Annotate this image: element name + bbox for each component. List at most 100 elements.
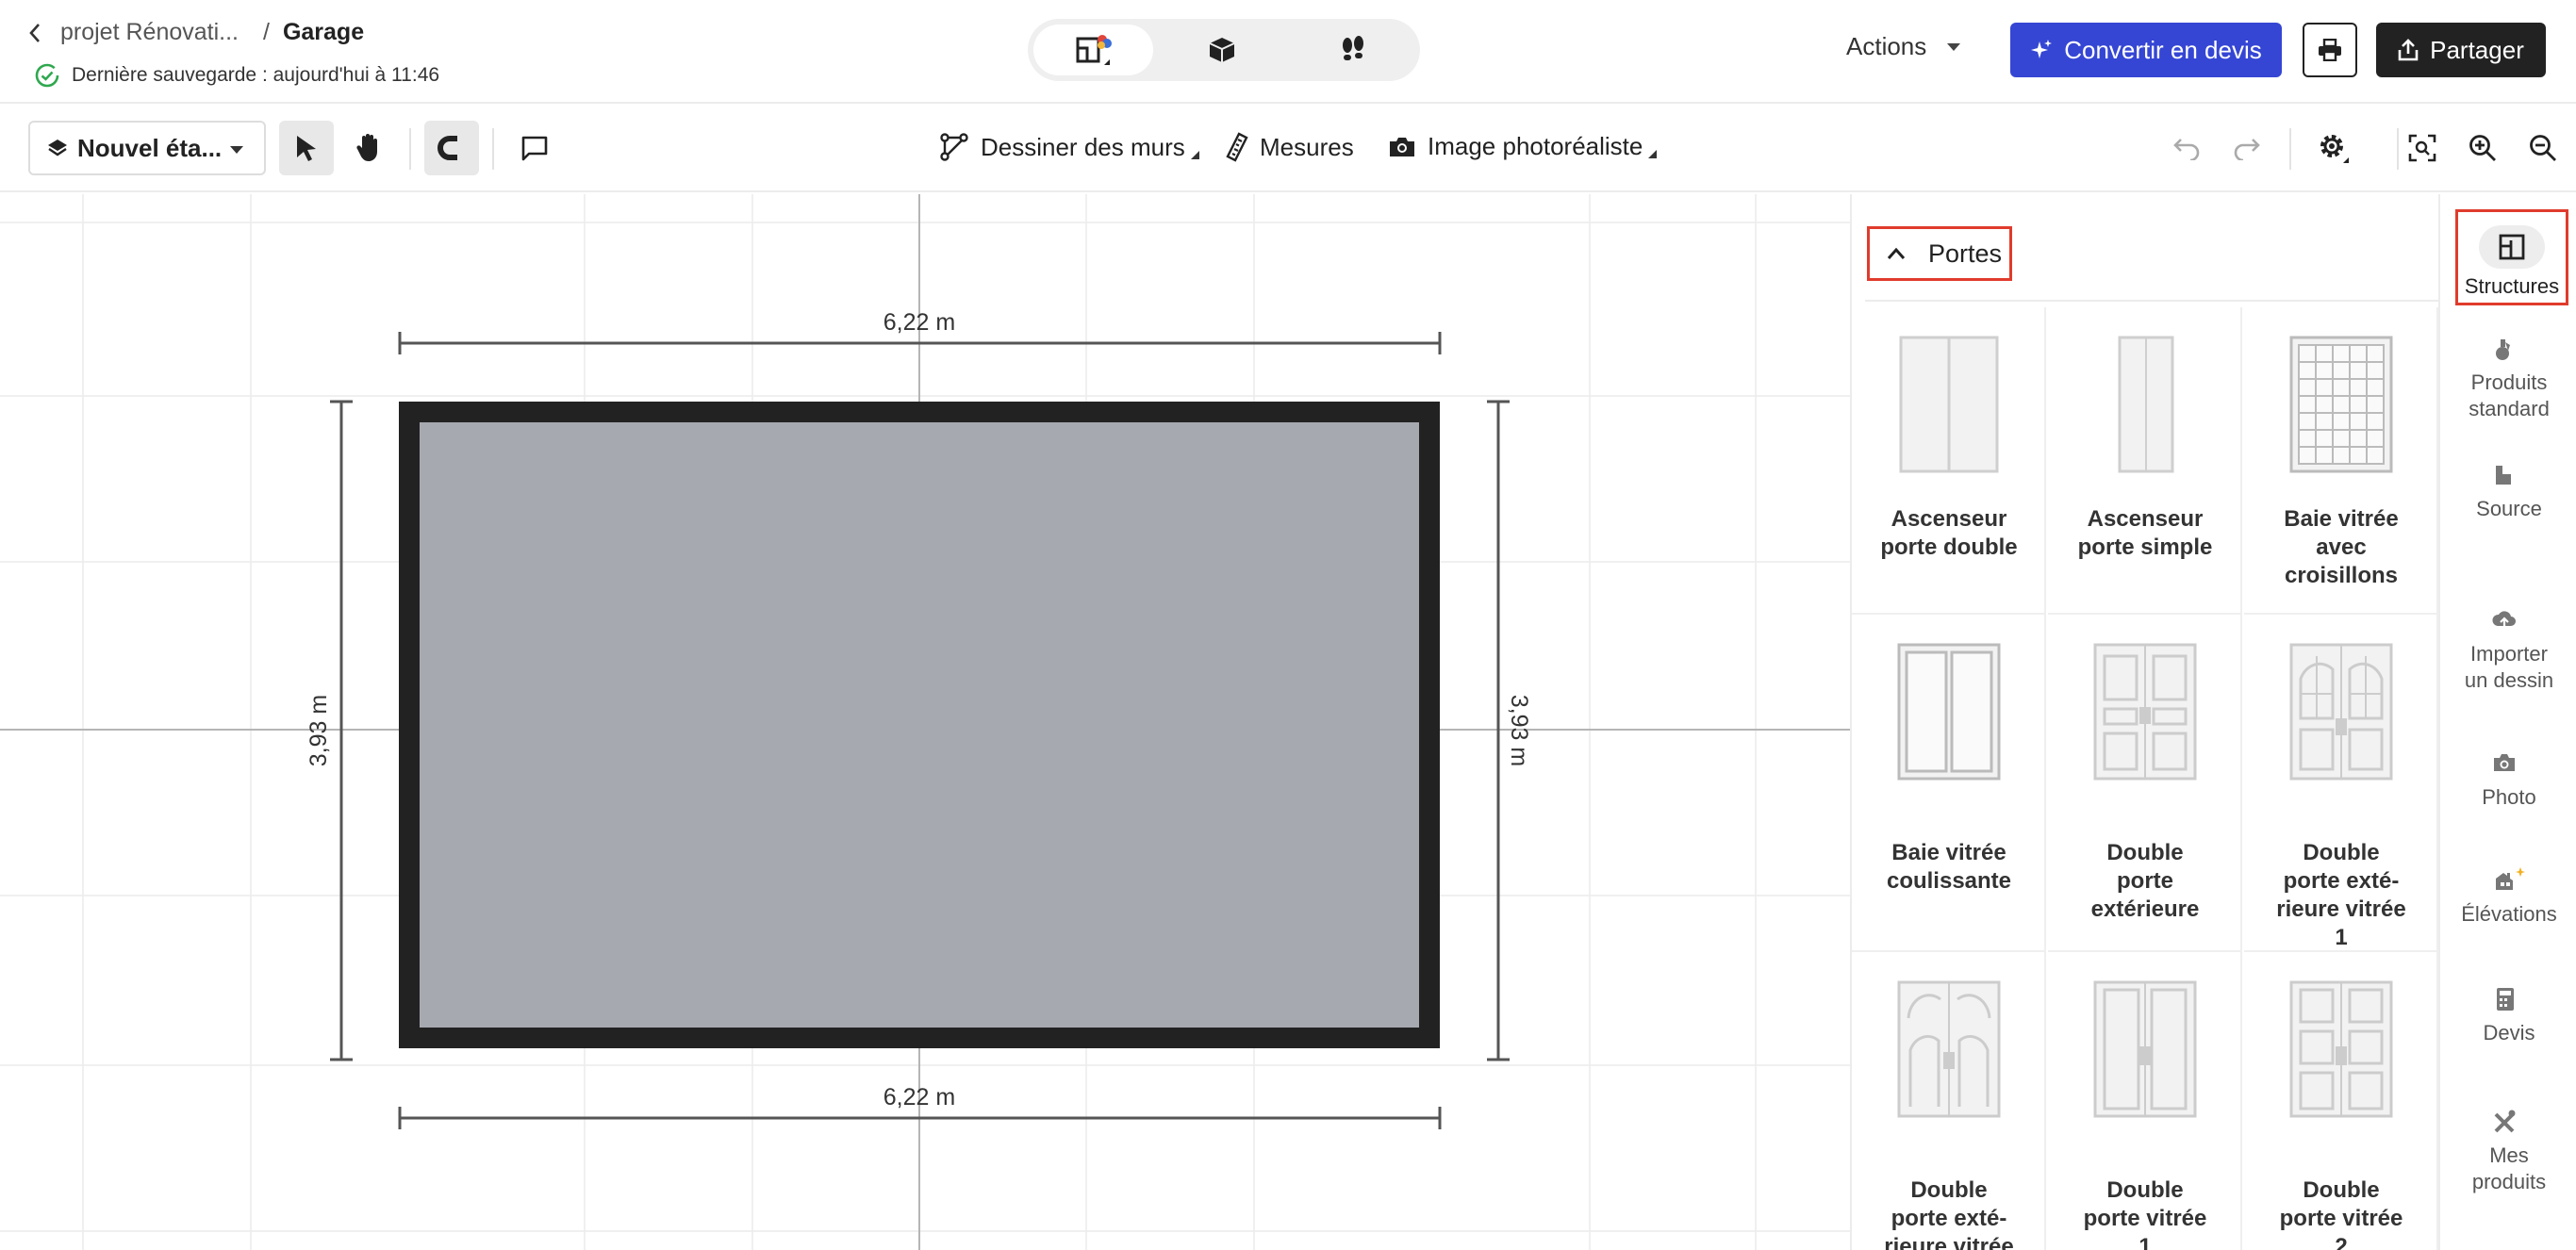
product-card-label: Baie vitrée avec croisillons [2244, 505, 2438, 590]
chevron-down-icon [1947, 42, 1961, 51]
category-title: Portes [1928, 238, 2003, 268]
elevator-single-door-icon [2093, 336, 2197, 473]
save-status: Dernière sauvegarde : aujourd'hui à 11:4… [34, 62, 439, 89]
sliding-glass-door-icon [1897, 643, 2001, 781]
sidebar-item-my-products[interactable]: Mes produits [2440, 1109, 2576, 1195]
zoom-in-button[interactable] [2455, 121, 2510, 175]
printer-icon [2319, 39, 2341, 61]
product-card-label: Double porte vitrée 2 [2244, 1176, 2438, 1250]
convert-to-quote-button[interactable]: Convertir en devis [2010, 23, 2282, 77]
product-card[interactable]: Double porte vitrée 2 [2244, 952, 2438, 1250]
product-card-label-line: porte exté- [1891, 1206, 2007, 1231]
share-button[interactable]: Partager [2376, 23, 2546, 77]
floor-plan-drawing: 6,22 m 6,22 m 3,93 m 3,93 m [0, 194, 1850, 1250]
sidebar-item-label: Structures [2464, 274, 2560, 298]
pan-tool-button[interactable] [341, 121, 396, 175]
product-card[interactable]: Ascenseur porte double [1852, 307, 2046, 615]
product-card[interactable]: Baie vitrée avec croisillons [2244, 307, 2438, 615]
actions-menu[interactable]: Actions [1846, 32, 1961, 61]
camera-icon [1390, 137, 1414, 156]
actions-label: Actions [1846, 32, 1927, 60]
submenu-corner-icon [1648, 150, 1658, 158]
view-mode-2d[interactable] [1033, 25, 1153, 75]
dimension-top-label: 6,22 m [883, 309, 955, 336]
magnet-snap-button[interactable] [424, 121, 479, 175]
sidebar-item-elevations[interactable]: Élévations [2440, 867, 2576, 928]
sidebar-item-upload-cloud[interactable]: Importer un dessin [2440, 607, 2576, 694]
product-card-label: Double porte extérieure [2048, 839, 2242, 924]
category-toggle-portes[interactable]: Portes [1867, 226, 2012, 281]
convert-to-quote-label: Convertir en devis [2064, 35, 2262, 64]
print-button[interactable] [2303, 23, 2357, 77]
camera-icon [2440, 750, 2576, 779]
zoom-out-button[interactable] [2516, 121, 2570, 175]
double-glass-door-1-icon [2093, 980, 2197, 1118]
measures-button[interactable]: Mesures [1226, 132, 1354, 162]
product-card[interactable]: Doubleporte exté-rieure vitrée2 [1852, 952, 2046, 1250]
breadcrumb-current-room[interactable]: Garage [283, 19, 364, 46]
3d-cube-icon [1209, 38, 1235, 62]
redo-button[interactable] [2220, 121, 2274, 175]
sidebar-item-label: standard [2469, 397, 2550, 420]
view-mode-3d[interactable] [1161, 25, 1284, 75]
toolbar-divider [492, 128, 494, 170]
sidebar-item-label: un dessin [2464, 668, 2554, 692]
double-exterior-glass-door-2-icon [1897, 980, 2001, 1118]
product-card-label-line: porte simple [2077, 535, 2213, 560]
sidebar-item-camera[interactable]: Photo [2440, 750, 2576, 811]
product-card-label-line: porte vitrée [2279, 1206, 2403, 1231]
toolbar-divider [2289, 128, 2291, 170]
product-card[interactable]: Baie vitrée coulissante [1852, 615, 2046, 952]
view-mode-walk[interactable] [1291, 25, 1414, 75]
room-garage[interactable] [399, 402, 1440, 1048]
product-card-label-line: Double [2303, 840, 2380, 865]
chevron-left-icon[interactable] [28, 20, 51, 46]
share-icon [2398, 39, 2419, 61]
check-circle-icon [35, 63, 59, 88]
save-status-text: Dernière sauvegarde : aujourd'hui à 11:4… [72, 64, 440, 86]
floor-select[interactable]: Nouvel éta... [28, 121, 266, 175]
breadcrumb-project[interactable]: projet Rénovati... [60, 19, 239, 46]
fit-view-button[interactable] [2395, 121, 2450, 175]
toolbar: Nouvel éta... Dessiner des murs Mesures … [0, 106, 2576, 192]
zoom-in-icon [2469, 135, 2496, 161]
sidebar-item-products[interactable]: Produits standard [2440, 336, 2576, 422]
sidebar-item-label: Mes [2489, 1143, 2529, 1167]
layers-icon [48, 140, 67, 156]
ruler-icon [1226, 132, 1248, 162]
product-card[interactable]: Double porte exté-rieure vitrée 1 [2244, 615, 2438, 952]
product-card-label-line: Baie vitrée [2284, 506, 2399, 532]
sidebar-item-source[interactable]: Source [2440, 462, 2576, 522]
sidebar-item-calculator[interactable]: Devis [2440, 986, 2576, 1046]
photoreal-image-label: Image photoréaliste [1428, 132, 1643, 160]
sidebar-item-label: Produits [2470, 370, 2548, 394]
undo-button[interactable] [2159, 121, 2214, 175]
upload-cloud-icon [2440, 607, 2576, 635]
walk-footsteps-icon [1342, 36, 1363, 60]
cursor-arrow-icon [297, 136, 316, 161]
comment-tool-button[interactable] [507, 121, 562, 175]
products-icon [2440, 336, 2576, 364]
toolbar-divider [409, 128, 411, 170]
submenu-corner-icon [1190, 150, 1199, 159]
photoreal-image-button[interactable]: Image photoréaliste [1388, 132, 1658, 161]
redo-icon [2234, 139, 2260, 160]
select-tool-button[interactable] [279, 121, 334, 175]
product-card[interactable]: Ascenseur porte simple [2048, 307, 2242, 615]
product-card-label: Baie vitrée coulissante [1852, 839, 2046, 896]
double-exterior-door-icon [2093, 643, 2197, 781]
product-card[interactable]: Double porte vitrée 1 [2048, 952, 2242, 1250]
settings-button[interactable] [2306, 121, 2361, 175]
product-card-label-line: porte double [1880, 535, 2018, 560]
elevations-icon [2440, 867, 2576, 896]
product-card-label-line: coulissante [1886, 868, 2012, 894]
breadcrumb-separator: / [263, 19, 270, 45]
sidebar-item-structures[interactable]: Structures [2455, 209, 2568, 305]
draw-walls-button[interactable]: Dessiner des murs [939, 132, 1199, 162]
gear-icon [2320, 135, 2349, 163]
chevron-up-icon [1887, 247, 1906, 259]
product-card[interactable]: Double porte extérieure [2048, 615, 2242, 952]
floor-plan-canvas[interactable]: 6,22 m 6,22 m 3,93 m 3,93 m [0, 194, 1850, 1250]
dimension-bottom-label: 6,22 m [883, 1084, 955, 1110]
structures-icon [2479, 225, 2545, 269]
